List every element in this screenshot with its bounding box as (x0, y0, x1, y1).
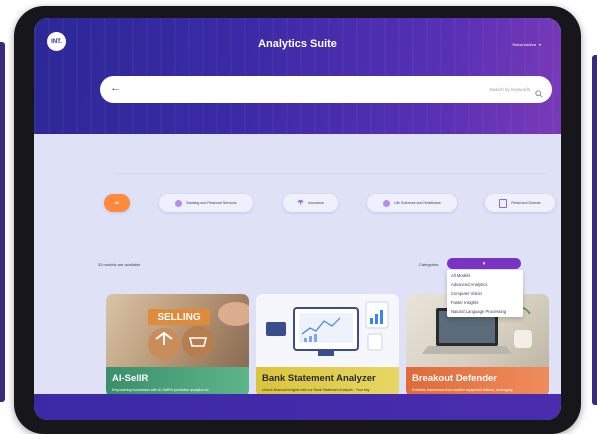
dropdown-option[interactable]: Computer Vision (447, 289, 523, 298)
user-menu[interactable]: Rahul.mishra ▾ (512, 42, 541, 47)
filter-chip-label: Retail and Diverse (511, 201, 541, 205)
back-arrow-icon[interactable]: ← (110, 83, 121, 94)
model-card[interactable]: SELLING AI-SellR Empowering businesses w… (106, 294, 249, 397)
dropdown-option[interactable]: Faster Insights (447, 298, 523, 307)
app-screen: INT. Analytics Suite Rahul.mishra ▾ ← Se… (34, 18, 561, 420)
filter-chip-all[interactable]: All (104, 194, 130, 212)
dropdown-option[interactable]: Natural Language Processing (447, 307, 523, 316)
dropdown-option[interactable]: All Models (447, 271, 523, 280)
page-title: Analytics Suite (258, 38, 337, 50)
filter-chip-retail[interactable]: Retail and Diverse (485, 194, 555, 212)
search-bar[interactable]: ← Search by keywords (100, 76, 552, 103)
card-title: Bank Statement Analyzer (262, 373, 376, 384)
dashboard-illustration (266, 301, 389, 356)
card-description: It shields businesses from sudden equipm… (412, 388, 513, 392)
filter-chip-banking[interactable]: Banking and Financial Services (159, 194, 253, 212)
filter-chip-label: All (114, 201, 120, 205)
card-title: AI-SellR (112, 373, 149, 384)
divider (114, 173, 546, 174)
filter-chip-label: Life Sciences and Healthcare (394, 201, 441, 205)
filter-chip-label: Banking and Financial Services (186, 201, 237, 205)
models-count: 33 models are available (98, 262, 141, 267)
filter-chip-life-sciences[interactable]: Life Sciences and Healthcare (367, 194, 457, 212)
card-title: Breakout Defender (412, 373, 497, 384)
bank-icon (175, 199, 183, 207)
categories-select[interactable]: ▾ (447, 258, 521, 269)
card-description: Unlock financial insights with our Bank … (262, 388, 370, 392)
search-input[interactable]: Search by keywords (489, 87, 530, 92)
retail-icon (499, 198, 508, 208)
card-image: SELLING (106, 294, 249, 368)
umbrella-icon (297, 199, 304, 207)
card-description: Empowering businesses with AI-SellR's pr… (112, 388, 209, 392)
background-right-edge (592, 55, 597, 405)
tablet-frame: INT. Analytics Suite Rahul.mishra ▾ ← Se… (14, 6, 581, 434)
card-image (256, 294, 399, 368)
selling-hands-illustration (148, 302, 249, 360)
categories-dropdown: All Models Advanced Analytics Computer V… (447, 270, 523, 317)
background-left-edge (0, 42, 5, 402)
filter-chip-insurance[interactable]: Insurance (283, 194, 338, 212)
user-name: Rahul.mishra (512, 42, 536, 47)
bottom-bar (34, 394, 561, 420)
health-icon (383, 199, 391, 207)
chevron-down-icon: ▾ (482, 260, 486, 267)
dropdown-option[interactable]: Advanced Analytics (447, 280, 523, 289)
chevron-down-icon: ▾ (538, 42, 541, 47)
model-card[interactable]: Bank Statement Analyzer Unlock financial… (256, 294, 399, 397)
filter-chip-label: Insurance (308, 201, 324, 205)
card-image-caption: SELLING (148, 309, 210, 325)
categories-label: Categories (419, 262, 439, 267)
search-icon[interactable] (535, 85, 543, 103)
